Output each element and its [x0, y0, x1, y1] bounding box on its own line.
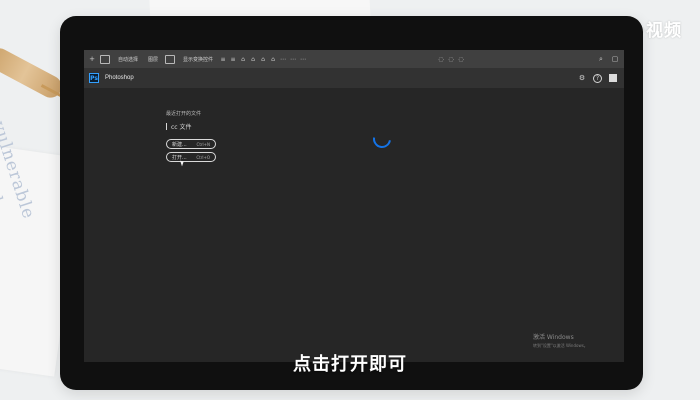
auto-select-checkbox[interactable]: [100, 54, 110, 64]
cc-files-label: cc 文件: [171, 124, 192, 131]
activation-subtitle: 转到"设置"以激活 Windows。: [533, 343, 588, 348]
cc-files-marker: [166, 123, 167, 130]
distribute-icon-2[interactable]: ⌂: [250, 54, 256, 64]
workspace-icon[interactable]: ▢: [610, 54, 620, 64]
search-icon[interactable]: ⌕: [596, 54, 606, 64]
align-icon-1[interactable]: ≡: [220, 54, 226, 64]
loading-spinner-icon: [369, 126, 395, 152]
toolbar-add-icon[interactable]: +: [88, 54, 96, 64]
new-file-label: 新建...: [172, 141, 187, 148]
photoshop-toolbar: + 自动选择 图层 显示变换控件 ≡ ≡ ⌂ ⌂ ⌂ ⌂ ⋯ ⋯ ⋯ ◌ ◌ ◌: [84, 50, 624, 68]
distribute-icon-1[interactable]: ⌂: [240, 54, 246, 64]
photoshop-app-bar: Ps Photoshop ⚙ ?: [84, 68, 624, 88]
open-file-label: 打开...: [172, 154, 187, 161]
recent-files-label: 最近打开的文件: [166, 111, 202, 117]
more-icon-2[interactable]: ⋯: [290, 54, 296, 64]
photoshop-logo-icon: Ps: [89, 73, 99, 83]
open-file-shortcut: Ctrl+O: [196, 154, 210, 160]
more-icon-3[interactable]: ⋯: [300, 54, 306, 64]
search-square-icon: [609, 74, 617, 82]
monitor-frame: + 自动选择 图层 显示变换控件 ≡ ≡ ⌂ ⌂ ⌂ ⌂ ⋯ ⋯ ⋯ ◌ ◌ ◌: [60, 16, 643, 390]
new-file-button[interactable]: 新建... Ctrl+N: [166, 139, 216, 149]
cc-files-row[interactable]: cc 文件: [166, 122, 246, 131]
video-subtitle: 点击打开即可: [293, 354, 407, 375]
help-icon[interactable]: ?: [593, 73, 602, 83]
auto-select-label[interactable]: 自动选择: [115, 54, 141, 64]
windows-activation-watermark: 激活 Windows 转到"设置"以激活 Windows。: [533, 334, 617, 350]
open-file-button[interactable]: 打开... Ctrl+O: [166, 152, 216, 162]
desktop-scene: vulnerable the cold seems a good 天奇·视频 +…: [0, 0, 700, 400]
show-transform-controls-checkbox[interactable]: [165, 54, 176, 64]
new-file-shortcut: Ctrl+N: [196, 141, 210, 147]
show-transform-controls-label[interactable]: 显示变换控件: [180, 54, 216, 64]
photoshop-home-panel: 最近打开的文件 cc 文件 新建... Ctrl+N 打开... Ctrl+O: [166, 110, 246, 190]
layer-dropdown[interactable]: 图层: [145, 54, 161, 64]
search-icon[interactable]: [608, 73, 618, 83]
align-icon-2[interactable]: ≡: [230, 54, 236, 64]
distribute-icon-4[interactable]: ⌂: [270, 54, 276, 64]
photoshop-screen: + 自动选择 图层 显示变换控件 ≡ ≡ ⌂ ⌂ ⌂ ⌂ ⋯ ⋯ ⋯ ◌ ◌ ◌: [84, 50, 624, 362]
3d-mode-icon-1[interactable]: ◌: [438, 54, 444, 64]
distribute-icon-3[interactable]: ⌂: [260, 54, 266, 64]
settings-icon[interactable]: ⚙: [577, 73, 587, 83]
3d-mode-icon-3[interactable]: ◌: [458, 54, 464, 64]
3d-mode-icon-2[interactable]: ◌: [448, 54, 454, 64]
app-bar-icons: ⚙ ?: [577, 73, 618, 83]
app-title: Photoshop: [105, 75, 134, 81]
more-icon-1[interactable]: ⋯: [280, 54, 286, 64]
activation-title: 激活 Windows: [533, 334, 574, 341]
